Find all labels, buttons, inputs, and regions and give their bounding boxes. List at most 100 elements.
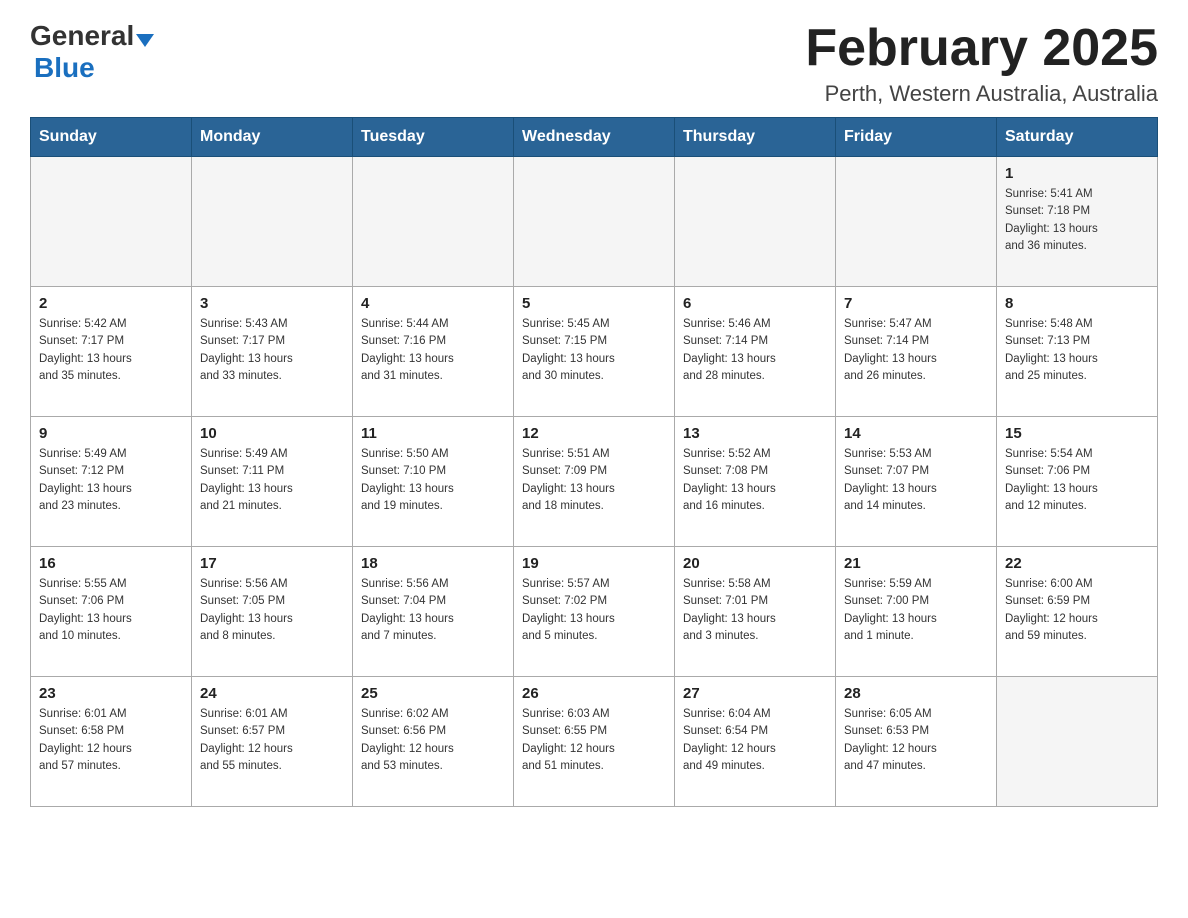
day-info: Sunrise: 6:01 AMSunset: 6:57 PMDaylight:… [200,706,344,775]
day-info: Sunrise: 6:00 AMSunset: 6:59 PMDaylight:… [1005,576,1149,645]
day-info: Sunrise: 5:55 AMSunset: 7:06 PMDaylight:… [39,576,183,645]
day-info: Sunrise: 5:50 AMSunset: 7:10 PMDaylight:… [361,446,505,515]
col-sunday: Sunday [31,118,192,157]
calendar-row-3: 16 Sunrise: 5:55 AMSunset: 7:06 PMDayligh… [31,547,1158,677]
calendar-cell: 25 Sunrise: 6:02 AMSunset: 6:56 PMDayligh… [353,677,514,807]
day-info: Sunrise: 5:42 AMSunset: 7:17 PMDaylight:… [39,316,183,385]
calendar-cell [353,157,514,287]
logo-blue-text: Blue [34,52,95,83]
calendar-cell: 19 Sunrise: 5:57 AMSunset: 7:02 PMDayligh… [514,547,675,677]
calendar-cell: 15 Sunrise: 5:54 AMSunset: 7:06 PMDayligh… [997,417,1158,547]
day-number: 6 [683,295,827,312]
calendar-cell: 21Sunrise: 5:59 AMSunset: 7:00 PMDayligh… [836,547,997,677]
day-number: 14 [844,425,988,442]
day-number: 21 [844,555,988,572]
day-number: 27 [683,685,827,702]
title-block: February 2025 Perth, Western Australia, … [805,20,1158,107]
col-monday: Monday [192,118,353,157]
col-wednesday: Wednesday [514,118,675,157]
page-header: General Blue February 2025 Perth, Wester… [30,20,1158,107]
day-info: Sunrise: 5:56 AMSunset: 7:05 PMDaylight:… [200,576,344,645]
day-number: 4 [361,295,505,312]
calendar-cell: 4 Sunrise: 5:44 AMSunset: 7:16 PMDaylight… [353,287,514,417]
day-number: 23 [39,685,183,702]
page-title: February 2025 [805,20,1158,77]
calendar-cell: 11Sunrise: 5:50 AMSunset: 7:10 PMDayligh… [353,417,514,547]
day-number: 1 [1005,165,1149,182]
calendar-cell: 9Sunrise: 5:49 AMSunset: 7:12 PMDaylight… [31,417,192,547]
day-number: 16 [39,555,183,572]
calendar-cell: 20 Sunrise: 5:58 AMSunset: 7:01 PMDayligh… [675,547,836,677]
logo-triangle-icon [136,34,154,47]
day-info: Sunrise: 6:01 AMSunset: 6:58 PMDaylight:… [39,706,183,775]
day-number: 5 [522,295,666,312]
day-info: Sunrise: 5:47 AMSunset: 7:14 PMDaylight:… [844,316,988,385]
day-number: 26 [522,685,666,702]
day-info: Sunrise: 5:54 AMSunset: 7:06 PMDaylight:… [1005,446,1149,515]
calendar-cell: 5 Sunrise: 5:45 AMSunset: 7:15 PMDaylight… [514,287,675,417]
day-info: Sunrise: 6:02 AMSunset: 6:56 PMDaylight:… [361,706,505,775]
calendar-cell: 6 Sunrise: 5:46 AMSunset: 7:14 PMDaylight… [675,287,836,417]
day-number: 25 [361,685,505,702]
day-number: 15 [1005,425,1149,442]
day-number: 13 [683,425,827,442]
calendar-cell: 10 Sunrise: 5:49 AMSunset: 7:11 PMDayligh… [192,417,353,547]
day-info: Sunrise: 5:56 AMSunset: 7:04 PMDaylight:… [361,576,505,645]
day-number: 10 [200,425,344,442]
day-number: 22 [1005,555,1149,572]
calendar-cell [514,157,675,287]
day-number: 24 [200,685,344,702]
day-info: Sunrise: 5:46 AMSunset: 7:14 PMDaylight:… [683,316,827,385]
calendar-cell: 12 Sunrise: 5:51 AMSunset: 7:09 PMDayligh… [514,417,675,547]
day-info: Sunrise: 5:52 AMSunset: 7:08 PMDaylight:… [683,446,827,515]
calendar-header-row: Sunday Monday Tuesday Wednesday Thursday… [31,118,1158,157]
calendar-cell: 14 Sunrise: 5:53 AMSunset: 7:07 PMDayligh… [836,417,997,547]
calendar-cell: 28Sunrise: 6:05 AMSunset: 6:53 PMDayligh… [836,677,997,807]
calendar-row-0: 1 Sunrise: 5:41 AMSunset: 7:18 PMDaylight… [31,157,1158,287]
day-info: Sunrise: 5:48 AMSunset: 7:13 PMDaylight:… [1005,316,1149,385]
day-info: Sunrise: 5:41 AMSunset: 7:18 PMDaylight:… [1005,186,1149,255]
calendar-cell: 3Sunrise: 5:43 AMSunset: 7:17 PMDaylight… [192,287,353,417]
day-info: Sunrise: 5:44 AMSunset: 7:16 PMDaylight:… [361,316,505,385]
calendar-cell: 22 Sunrise: 6:00 AMSunset: 6:59 PMDayligh… [997,547,1158,677]
calendar-cell [836,157,997,287]
day-info: Sunrise: 6:05 AMSunset: 6:53 PMDaylight:… [844,706,988,775]
col-friday: Friday [836,118,997,157]
calendar-cell: 26 Sunrise: 6:03 AMSunset: 6:55 PMDayligh… [514,677,675,807]
day-info: Sunrise: 5:49 AMSunset: 7:12 PMDaylight:… [39,446,183,515]
page-subtitle: Perth, Western Australia, Australia [805,81,1158,107]
day-number: 19 [522,555,666,572]
day-info: Sunrise: 5:53 AMSunset: 7:07 PMDaylight:… [844,446,988,515]
col-saturday: Saturday [997,118,1158,157]
calendar-row-1: 2 Sunrise: 5:42 AMSunset: 7:17 PMDaylight… [31,287,1158,417]
calendar-row-2: 9Sunrise: 5:49 AMSunset: 7:12 PMDaylight… [31,417,1158,547]
day-info: Sunrise: 5:58 AMSunset: 7:01 PMDaylight:… [683,576,827,645]
day-info: Sunrise: 6:03 AMSunset: 6:55 PMDaylight:… [522,706,666,775]
calendar-cell: 27 Sunrise: 6:04 AMSunset: 6:54 PMDayligh… [675,677,836,807]
calendar-cell [997,677,1158,807]
calendar-cell: 23 Sunrise: 6:01 AMSunset: 6:58 PMDayligh… [31,677,192,807]
day-info: Sunrise: 5:57 AMSunset: 7:02 PMDaylight:… [522,576,666,645]
calendar-table: Sunday Monday Tuesday Wednesday Thursday… [30,117,1158,807]
day-info: Sunrise: 5:49 AMSunset: 7:11 PMDaylight:… [200,446,344,515]
calendar-cell: 2 Sunrise: 5:42 AMSunset: 7:17 PMDaylight… [31,287,192,417]
logo: General Blue [30,20,154,84]
day-number: 2 [39,295,183,312]
calendar-cell: 13 Sunrise: 5:52 AMSunset: 7:08 PMDayligh… [675,417,836,547]
day-number: 20 [683,555,827,572]
day-number: 12 [522,425,666,442]
calendar-cell: 18Sunrise: 5:56 AMSunset: 7:04 PMDayligh… [353,547,514,677]
day-info: Sunrise: 5:51 AMSunset: 7:09 PMDaylight:… [522,446,666,515]
calendar-cell [31,157,192,287]
day-info: Sunrise: 5:45 AMSunset: 7:15 PMDaylight:… [522,316,666,385]
day-number: 17 [200,555,344,572]
calendar-cell: 17 Sunrise: 5:56 AMSunset: 7:05 PMDayligh… [192,547,353,677]
logo-general-text: General [30,20,134,52]
day-number: 3 [200,295,344,312]
day-info: Sunrise: 6:04 AMSunset: 6:54 PMDaylight:… [683,706,827,775]
col-tuesday: Tuesday [353,118,514,157]
col-thursday: Thursday [675,118,836,157]
calendar-cell: 24 Sunrise: 6:01 AMSunset: 6:57 PMDayligh… [192,677,353,807]
calendar-cell: 7Sunrise: 5:47 AMSunset: 7:14 PMDaylight… [836,287,997,417]
calendar-row-4: 23 Sunrise: 6:01 AMSunset: 6:58 PMDayligh… [31,677,1158,807]
